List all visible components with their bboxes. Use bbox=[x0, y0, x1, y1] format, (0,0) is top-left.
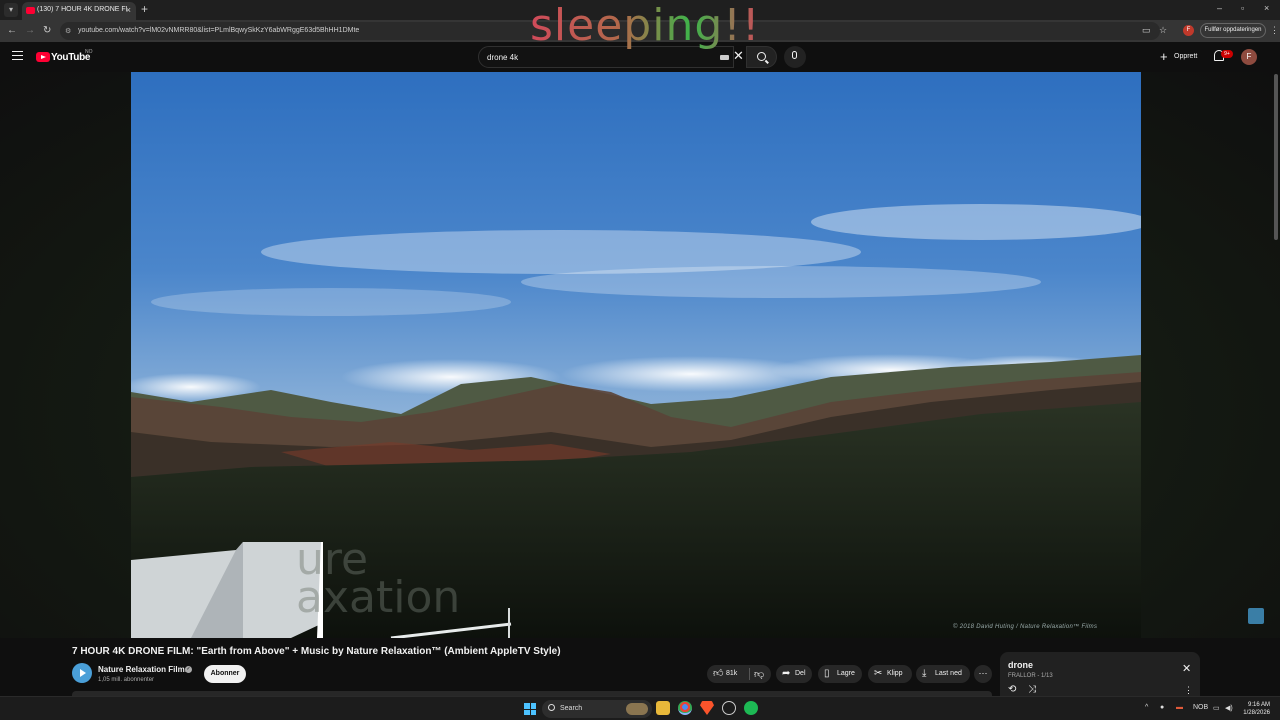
like-divider bbox=[749, 668, 750, 680]
notification-badge: 9+ bbox=[1221, 50, 1233, 58]
tray-flag-icon[interactable]: ▬ bbox=[1176, 704, 1183, 711]
clip-label: Klipp bbox=[887, 670, 903, 677]
channel-name[interactable]: Nature Relaxation Films bbox=[98, 665, 189, 674]
reload-icon[interactable]: ↻ bbox=[43, 25, 51, 36]
taskbar-search-label: Search bbox=[560, 705, 583, 712]
like-count[interactable]: 81k bbox=[726, 670, 737, 677]
clock-app-icon[interactable] bbox=[722, 701, 736, 715]
download-icon: ⤓ bbox=[922, 668, 927, 679]
verified-badge-icon: ✓ bbox=[185, 666, 192, 673]
playlist-position: FRALLOR - 1/13 bbox=[1008, 673, 1053, 679]
update-button[interactable]: Fullfør oppdateringen bbox=[1200, 23, 1266, 38]
download-button[interactable]: ⤓ Last ned bbox=[916, 665, 970, 683]
subscribe-button[interactable]: Abonner bbox=[204, 665, 246, 683]
clock-date: 1/28/2026 bbox=[1243, 710, 1270, 716]
cast-icon[interactable]: ▭ bbox=[1142, 25, 1151, 36]
spotify-icon[interactable] bbox=[744, 701, 758, 715]
share-icon: ➦ bbox=[782, 668, 791, 679]
create-button[interactable]: + Opprett bbox=[1156, 47, 1204, 67]
chrome-icon[interactable] bbox=[678, 701, 692, 715]
search-icon bbox=[757, 52, 766, 61]
clock-time: 9:16 AM bbox=[1247, 702, 1270, 708]
browser-menu-icon[interactable]: ⋮ bbox=[1270, 25, 1279, 36]
video-title: 7 HOUR 4K DRONE FILM: "Earth from Above"… bbox=[72, 646, 561, 657]
dislike-icon[interactable]: 👎︎ bbox=[754, 668, 764, 680]
windows-start-icon[interactable] bbox=[524, 703, 536, 715]
taskbar-search[interactable]: Search bbox=[542, 700, 652, 718]
save-button[interactable]: ▯ Lagre bbox=[818, 665, 862, 683]
tray-app-icon[interactable]: ● bbox=[1160, 704, 1164, 711]
system-clock[interactable]: 9:16 AM 1/28/2026 bbox=[1236, 701, 1270, 717]
menu-icon[interactable] bbox=[12, 51, 23, 60]
more-actions-icon[interactable]: ⋯ bbox=[974, 665, 992, 683]
new-tab-button[interactable]: + bbox=[141, 2, 148, 16]
maximize-button[interactable]: ▫ bbox=[1241, 3, 1244, 13]
scissors-icon: ✂ bbox=[874, 668, 883, 679]
playlist-title[interactable]: drone bbox=[1008, 660, 1033, 670]
shuffle-icon[interactable]: ⤨ bbox=[1028, 684, 1036, 695]
miniplayer-icon[interactable] bbox=[1248, 608, 1264, 624]
like-icon[interactable]: 👍︎ bbox=[713, 668, 723, 680]
subscriber-count: 1,05 mill. abonnenter bbox=[98, 677, 155, 683]
watermark-line2: axation bbox=[296, 572, 461, 623]
bookmark-icon: ▯ bbox=[824, 668, 830, 679]
youtube-logo-icon[interactable] bbox=[36, 52, 50, 62]
tab-title: (130) 7 HOUR 4K DRONE FILM bbox=[37, 6, 127, 13]
playlist-more-icon[interactable]: ⋮ bbox=[1184, 685, 1193, 696]
loop-icon[interactable]: ⟲ bbox=[1008, 684, 1016, 695]
windows-taskbar: Search ^ ● ▬ NOB ▭ ◀) 9:16 AM 1/28/2026 bbox=[0, 696, 1280, 720]
minimize-button[interactable]: – bbox=[1217, 3, 1222, 13]
file-explorer-icon[interactable] bbox=[656, 701, 670, 715]
page-scrollbar[interactable] bbox=[1274, 74, 1278, 240]
profile-avatar[interactable]: F bbox=[1183, 25, 1194, 36]
plus-icon: + bbox=[1160, 49, 1168, 64]
display-icon[interactable]: ▭ bbox=[1213, 704, 1220, 712]
video-player[interactable]: ure axation © 2018 David Huting / Nature… bbox=[131, 72, 1141, 638]
brave-icon[interactable] bbox=[700, 701, 714, 715]
microphone-icon bbox=[792, 51, 797, 59]
voice-search-button[interactable] bbox=[784, 46, 806, 68]
playlist-close-icon[interactable]: ✕ bbox=[1182, 662, 1191, 675]
forward-arrow-icon[interactable]: → bbox=[25, 25, 35, 36]
browser-tab[interactable]: (130) 7 HOUR 4K DRONE FILM × bbox=[22, 2, 136, 20]
download-label: Last ned bbox=[935, 670, 962, 677]
bookmark-star-icon[interactable]: ☆ bbox=[1159, 25, 1167, 36]
tab-close-icon[interactable]: × bbox=[126, 5, 131, 15]
channel-avatar[interactable] bbox=[72, 663, 92, 683]
tray-overflow-icon[interactable]: ^ bbox=[1145, 704, 1148, 711]
tab-search-button[interactable]: ▾ bbox=[4, 3, 18, 17]
country-code: NO bbox=[85, 49, 93, 55]
overlay-caption: sleeping!! bbox=[530, 0, 761, 51]
language-indicator[interactable]: NOB bbox=[1193, 704, 1208, 711]
url-text[interactable]: youtube.com/watch?v=lM02vNMRR80&list=PLm… bbox=[78, 27, 359, 34]
youtube-favicon-icon bbox=[26, 7, 35, 14]
volume-icon[interactable]: ◀) bbox=[1225, 704, 1233, 712]
video-frame-landscape bbox=[131, 72, 1141, 638]
create-label: Opprett bbox=[1174, 53, 1198, 60]
share-label: Del bbox=[795, 670, 806, 677]
back-arrow-icon[interactable]: ← bbox=[7, 25, 17, 36]
clip-button[interactable]: ✂ Klipp bbox=[868, 665, 912, 683]
search-highlight-image bbox=[626, 703, 648, 715]
save-label: Lagre bbox=[837, 670, 855, 677]
site-info-icon[interactable]: ⚙ bbox=[65, 27, 71, 35]
search-query[interactable]: drone 4k bbox=[487, 53, 518, 62]
account-avatar[interactable]: F bbox=[1241, 49, 1257, 65]
search-icon bbox=[548, 704, 555, 711]
share-button[interactable]: ➦ Del bbox=[776, 665, 812, 683]
video-copyright: © 2018 David Huting / Nature Relaxation™… bbox=[953, 624, 1098, 630]
keyboard-icon[interactable] bbox=[720, 55, 729, 60]
like-dislike-group: 👍︎ 81k 👎︎ bbox=[707, 665, 771, 683]
close-window-button[interactable]: × bbox=[1264, 3, 1269, 13]
